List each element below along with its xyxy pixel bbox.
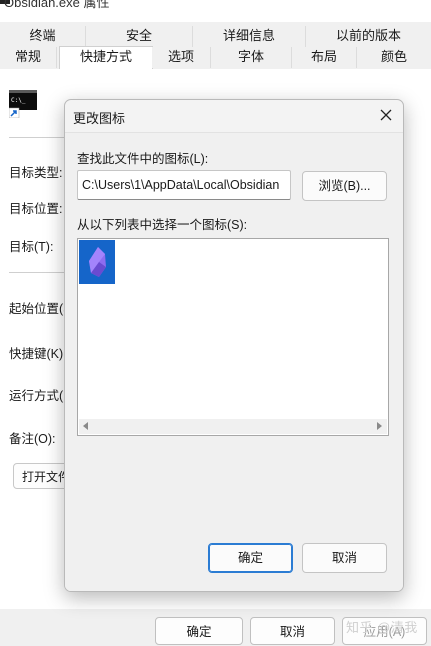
tab-shortcut[interactable]: 快捷方式 [59,46,153,70]
scroll-left-icon[interactable] [83,422,88,430]
select-icon-label: 从以下列表中选择一个图标(S): [77,218,248,232]
properties-cancel-button[interactable]: 取消 [250,617,335,645]
tab-colors[interactable]: 颜色 [357,47,431,68]
browse-button[interactable]: 浏览(B)... [302,171,387,201]
tab-row-top: 终端 安全 详细信息 以前的版本 [0,26,431,48]
start-in-label: 起始位置(S [9,302,72,316]
shortcut-key-label: 快捷键(K): [9,347,67,361]
tab-options[interactable]: 选项 [152,47,211,68]
watermark: 知乎 @清我 [346,620,418,635]
console-shortcut-icon: C:\_ [9,90,37,118]
tab-previous-versions[interactable]: 以前的版本 [306,26,431,47]
run-label: 运行方式(R [9,389,73,403]
find-icons-label: 查找此文件中的图标(L): [77,152,209,166]
tab-row-bottom: 常规 快捷方式 选项 字体 布局 颜色 [0,46,431,70]
tab-details[interactable]: 详细信息 [193,26,306,47]
properties-ok-button[interactable]: 确定 [155,617,243,645]
target-location-label: 目标位置: [9,202,63,216]
comment-label: 备注(O): [9,432,56,446]
scroll-right-icon[interactable] [377,422,382,430]
change-icon-dialog: 更改图标 查找此文件中的图标(L): 浏览(B)... 从以下列表中选择一个图标… [64,99,404,592]
tab-font[interactable]: 字体 [211,47,292,68]
target-type-label: 目标类型: [9,166,63,180]
horizontal-scrollbar[interactable] [79,419,387,434]
target-label: 目标(T): [9,240,54,254]
svg-text:C:\_: C:\_ [11,97,26,104]
close-icon[interactable] [377,106,395,124]
dialog-cancel-button[interactable]: 取消 [302,543,387,573]
icon-file-path-input[interactable] [77,170,291,200]
dialog-title: 更改图标 [73,111,126,126]
window-title: Obsidian.exe 属性 [4,0,110,10]
obsidian-gem-icon [89,247,106,277]
dialog-ok-button[interactable]: 确定 [208,543,293,573]
icon-list[interactable] [77,238,389,436]
tab-general[interactable]: 常规 [0,47,57,68]
separator [9,272,69,273]
window-title-bar: Obsidian.exe 属性 [0,0,431,22]
tab-security[interactable]: 安全 [86,26,193,47]
separator [9,137,69,138]
obsidian-icon-item[interactable] [79,240,115,284]
tab-layout[interactable]: 布局 [292,47,357,68]
tab-terminal[interactable]: 终端 [0,26,86,47]
